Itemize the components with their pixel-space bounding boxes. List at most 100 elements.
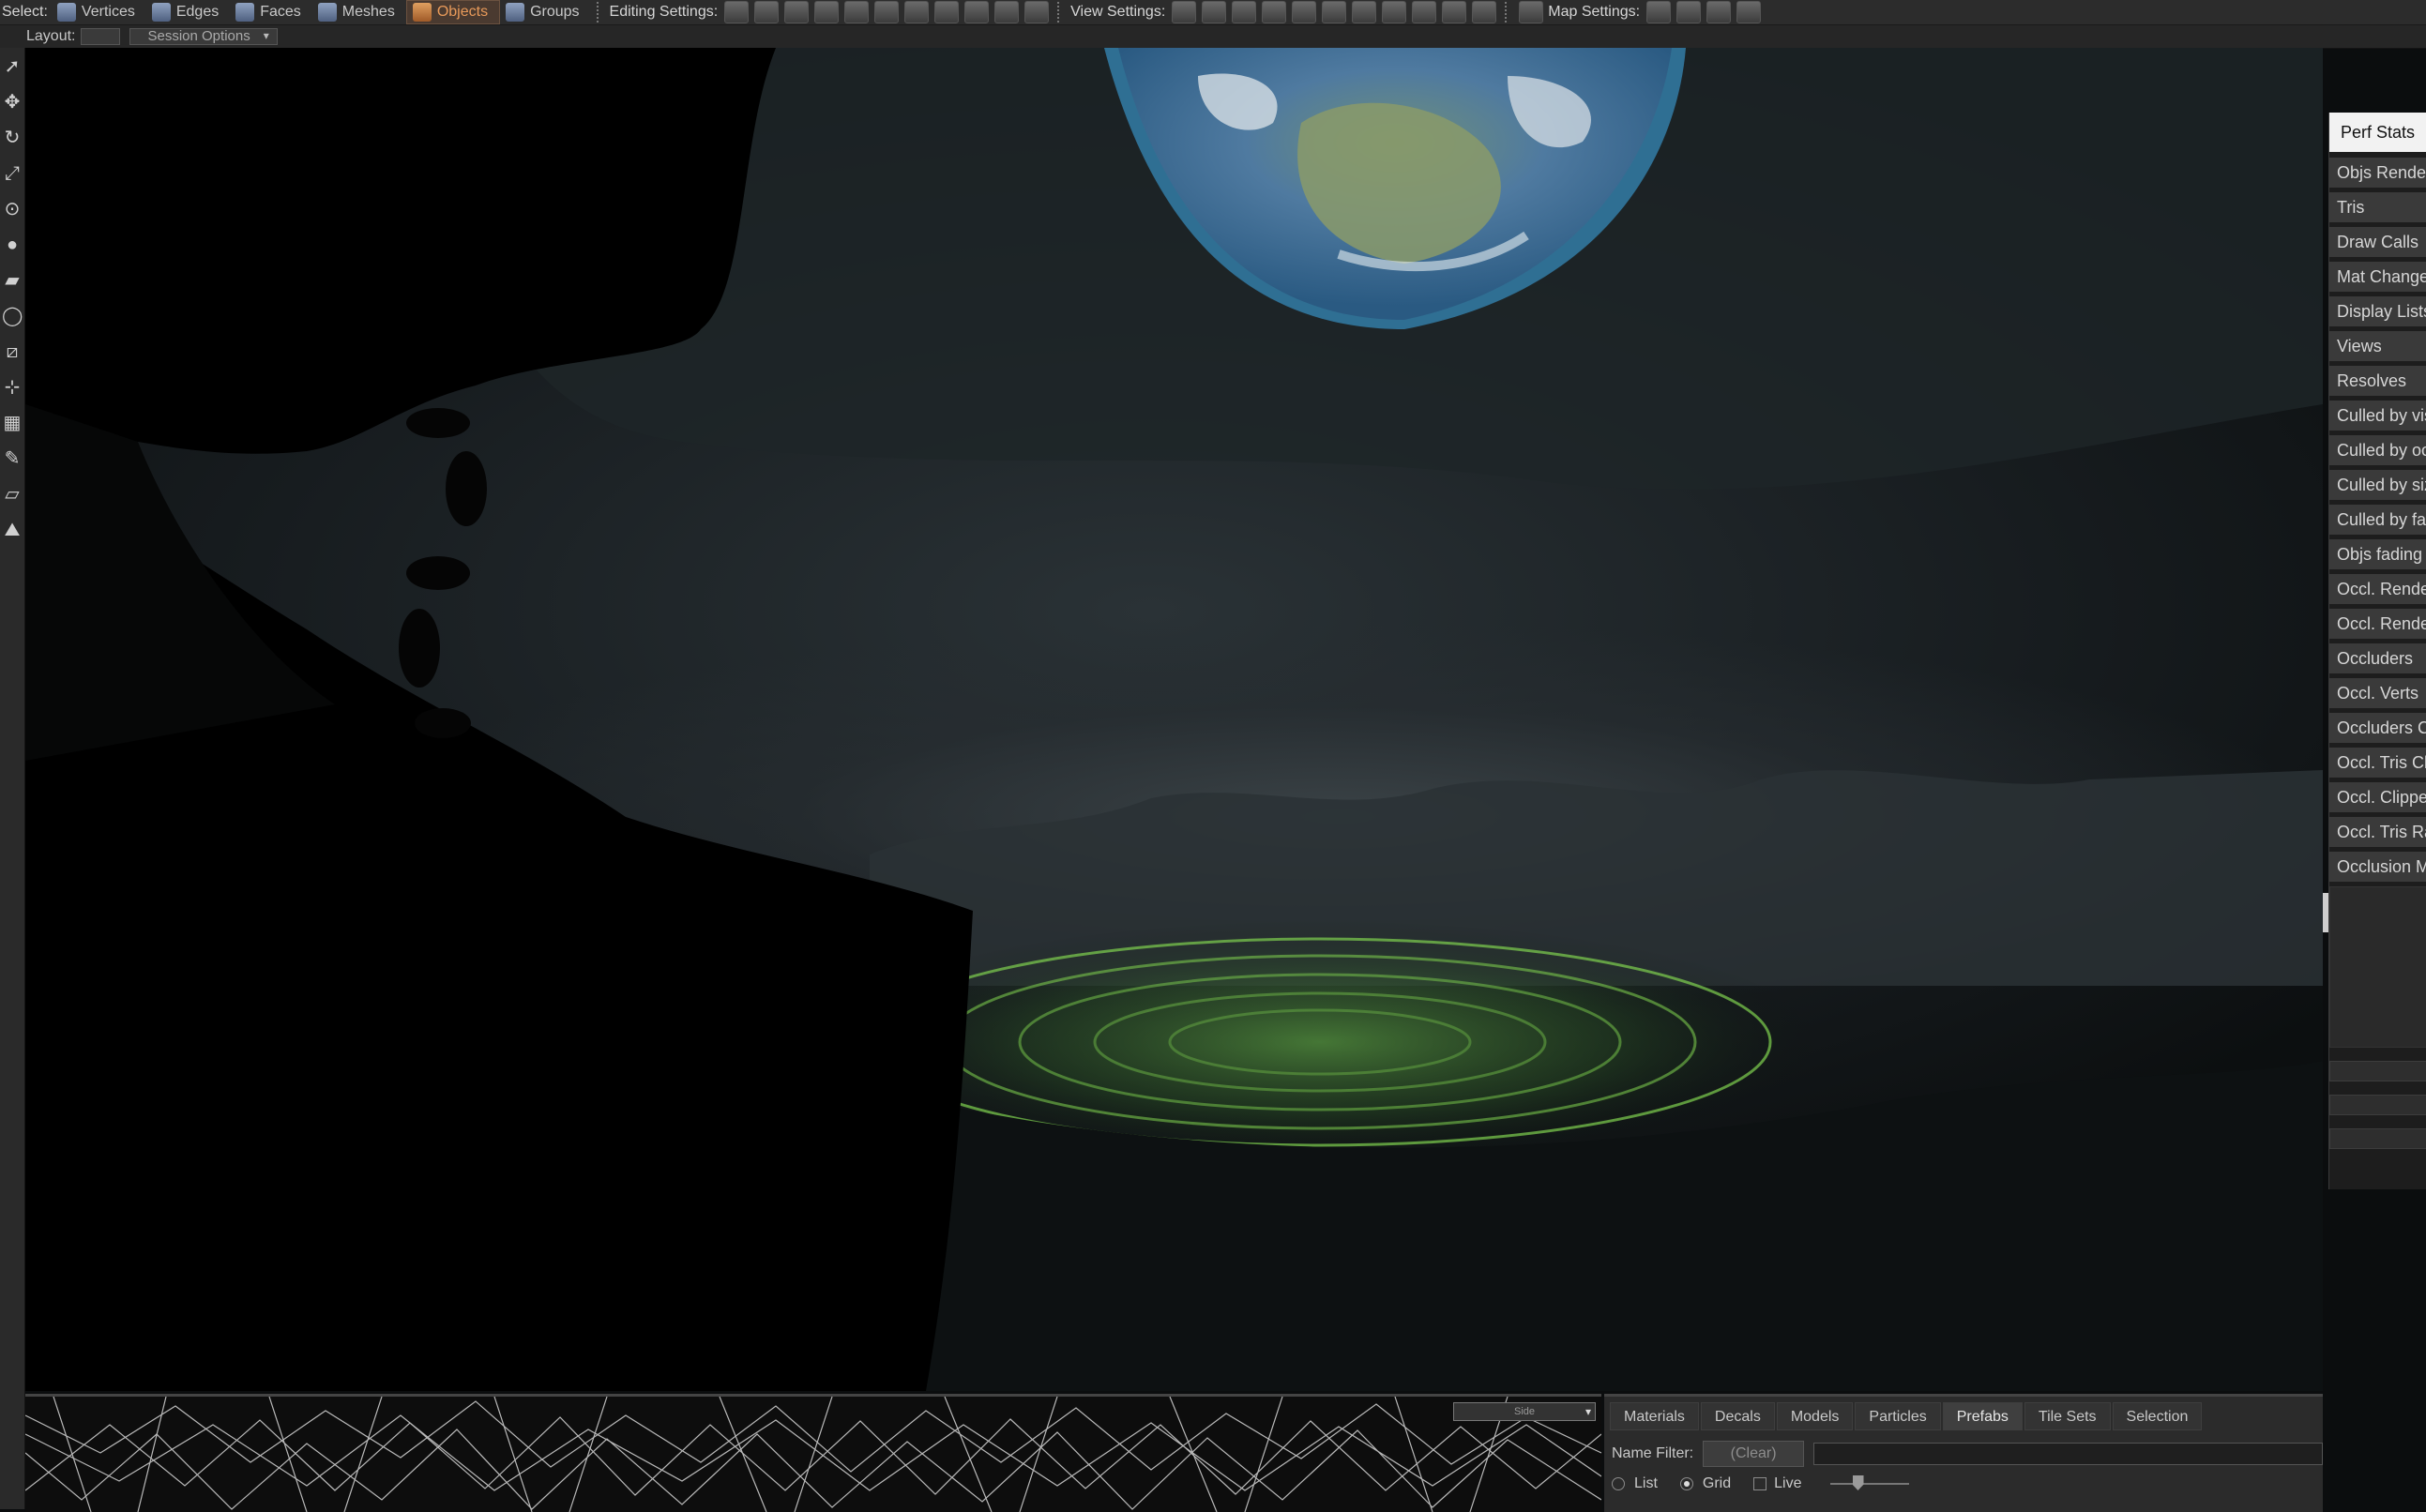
map-settings-label: Map Settings:: [1548, 4, 1641, 20]
objects-view-icon[interactable]: [1232, 1, 1257, 23]
scale-icon[interactable]: ⤢: [2, 163, 23, 184]
perf-row: Mat Changes: [2329, 262, 2426, 292]
character-view-icon[interactable]: [1442, 1, 1467, 23]
objects-icon: [412, 3, 432, 22]
grid-view-option[interactable]: Grid: [1679, 1475, 1731, 1492]
wireframe-render: [25, 1397, 1601, 1512]
move-icon[interactable]: ✥: [2, 92, 23, 113]
tab-decals[interactable]: Decals: [1700, 1402, 1775, 1430]
light-bulb-icon[interactable]: ●: [2, 234, 23, 255]
live-checkbox[interactable]: [1753, 1477, 1767, 1490]
perf-row: Occl. Verts: [2329, 678, 2426, 708]
tab-particles[interactable]: Particles: [1855, 1402, 1941, 1430]
toolbar-separator: [596, 2, 602, 23]
perf-row: Culled by size: [2329, 470, 2426, 500]
select-meshes-button[interactable]: Meshes: [312, 1, 406, 23]
perf-row: Occluders: [2329, 643, 2426, 673]
edges-icon: [151, 3, 171, 22]
asset-tabs: Materials Decals Models Particles Prefab…: [1604, 1402, 2323, 1430]
pivot-icon[interactable]: ⊙: [2, 199, 23, 219]
brushes-view-icon[interactable]: [1382, 1, 1407, 23]
checker-icon[interactable]: ▦: [2, 413, 23, 433]
tab-selection[interactable]: Selection: [2112, 1402, 2203, 1430]
tab-models[interactable]: Models: [1776, 1402, 1854, 1430]
grid-radio[interactable]: [1679, 1477, 1693, 1490]
umbrella-icon[interactable]: [994, 1, 1020, 23]
terrain-view-icon[interactable]: [1202, 1, 1227, 23]
eyedropper-icon[interactable]: ✎: [2, 448, 23, 469]
tab-materials[interactable]: Materials: [1610, 1402, 1699, 1430]
clear-filter-button[interactable]: (Clear): [1703, 1441, 1805, 1467]
list-radio[interactable]: [1612, 1477, 1625, 1490]
perf-row: Draw Calls: [2329, 227, 2426, 257]
snap-icon[interactable]: [724, 1, 750, 23]
map-trigger-icon[interactable]: [1736, 1, 1762, 23]
layout-select[interactable]: [81, 28, 121, 45]
select-objects-button[interactable]: Objects: [405, 0, 501, 24]
perf-row: Resolves: [2329, 366, 2426, 396]
lights-view-icon[interactable]: [1292, 1, 1317, 23]
perf-row: Occl. Rendered: [2329, 574, 2426, 604]
vertices-icon: [56, 3, 76, 22]
groups-icon: [506, 3, 525, 22]
select-edges-button[interactable]: Edges: [146, 1, 230, 23]
name-filter-label: Name Filter:: [1612, 1445, 1694, 1461]
thumbnail-size-slider[interactable]: [1829, 1474, 1909, 1493]
perf-stats-title: Perf Stats: [2329, 113, 2426, 152]
align-icon[interactable]: ⊹: [2, 377, 23, 398]
3d-viewport[interactable]: [25, 48, 2323, 1391]
pivot-mode-icon[interactable]: [904, 1, 930, 23]
brush-icon[interactable]: ▰: [2, 270, 23, 291]
camera-icon[interactable]: [1172, 1, 1197, 23]
list-view-option[interactable]: List: [1612, 1475, 1658, 1492]
rotate-icon[interactable]: ↻: [2, 128, 23, 148]
tab-prefabs[interactable]: Prefabs: [1942, 1402, 2023, 1430]
physics-icon[interactable]: [964, 1, 990, 23]
gamepad-icon[interactable]: [1024, 1, 1050, 23]
perf-bar[interactable]: [2329, 1128, 2426, 1149]
wireframe-view-select[interactable]: Side: [1453, 1402, 1596, 1421]
sky-view-icon[interactable]: [1322, 1, 1347, 23]
perf-row: Occl. Tris Rasterized: [2329, 817, 2426, 847]
name-filter-input[interactable]: [1813, 1443, 2323, 1465]
grid-snap-icon[interactable]: [754, 1, 780, 23]
map-bridge-icon[interactable]: [1646, 1, 1672, 23]
water-view-icon[interactable]: [1472, 1, 1497, 23]
monitor-icon[interactable]: [1519, 1, 1544, 23]
name-filter-row: Name Filter: (Clear): [1604, 1438, 2323, 1470]
local-axis-icon[interactable]: [844, 1, 870, 23]
editing-settings-label: Editing Settings:: [609, 4, 719, 20]
select-label: Select:: [2, 4, 48, 20]
lasso-icon[interactable]: ◯: [2, 306, 23, 326]
wireframe-viewport[interactable]: Side: [25, 1394, 1601, 1512]
angle-snap-icon[interactable]: [784, 1, 810, 23]
map-hatch-icon[interactable]: [1676, 1, 1702, 23]
perf-row: Objs fading: [2329, 539, 2426, 569]
chain-graphic: [399, 408, 487, 738]
scene-render: [25, 48, 2323, 1391]
perf-bar[interactable]: [2329, 1095, 2426, 1115]
particles-view-icon[interactable]: [1262, 1, 1287, 23]
surface-snap-icon[interactable]: [814, 1, 840, 23]
cut-icon[interactable]: ⧄: [2, 341, 23, 362]
terrain-icon[interactable]: ⛰: [2, 520, 23, 540]
tab-tile-sets[interactable]: Tile Sets: [2024, 1402, 2111, 1430]
session-options-dropdown[interactable]: Session Options: [129, 28, 278, 45]
volumes-view-icon[interactable]: [1412, 1, 1437, 23]
select-faces-button[interactable]: Faces: [230, 1, 312, 23]
perf-row: Occl. Rendered: [2329, 609, 2426, 639]
select-arrow-icon[interactable]: ➚: [2, 56, 23, 77]
paint-mode-icon[interactable]: [934, 1, 960, 23]
layout-bar: Layout: Session Options: [0, 25, 2426, 49]
perf-bar[interactable]: [2329, 1061, 2426, 1081]
live-option[interactable]: Live: [1753, 1475, 1802, 1492]
select-groups-button[interactable]: Groups: [500, 1, 590, 23]
map-path-icon[interactable]: [1706, 1, 1732, 23]
main-toolbar: Select: Vertices Edges Faces Meshes Obje…: [0, 0, 2426, 25]
world-axis-icon[interactable]: [874, 1, 900, 23]
decals-view-icon[interactable]: [1352, 1, 1377, 23]
select-vertices-button[interactable]: Vertices: [52, 1, 146, 23]
eraser-icon[interactable]: ▱: [2, 484, 23, 505]
toolbar-separator: [1057, 2, 1063, 23]
slider-thumb[interactable]: [1852, 1475, 1864, 1490]
